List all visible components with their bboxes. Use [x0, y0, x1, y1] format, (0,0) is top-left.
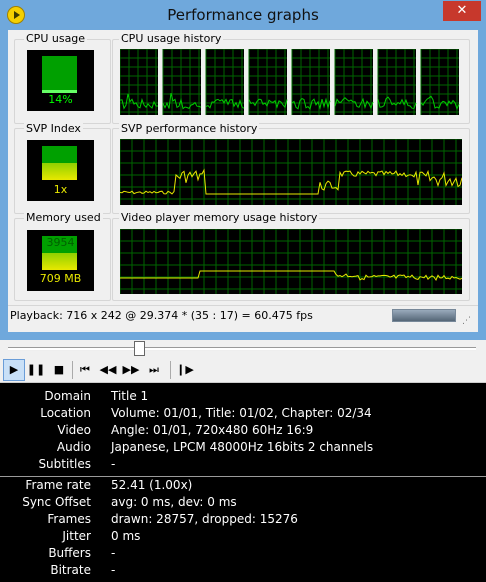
memory-used-label: Memory used — [24, 211, 103, 224]
fast-forward-icon: ▶▶ — [122, 363, 140, 376]
info-value-domain: Title 1 — [111, 389, 149, 403]
close-button[interactable]: ✕ — [443, 1, 481, 21]
info-divider — [0, 476, 486, 477]
info-label-location: Location — [40, 406, 91, 420]
frame-step-icon: ❙▶ — [176, 363, 194, 376]
memory-top-value: 3954 — [46, 236, 75, 249]
seek-track[interactable] — [8, 347, 476, 351]
window-title: Performance graphs — [167, 6, 319, 24]
svp-index-value: 1x — [53, 183, 68, 196]
info-label-video: Video — [57, 423, 91, 437]
stat-label-jitter: Jitter — [62, 529, 91, 543]
skip-back-icon: ⏮ — [80, 363, 90, 376]
cpu-usage-label: CPU usage — [24, 32, 88, 45]
svp-index-meter: 1x — [27, 140, 94, 201]
memory-meter-fill-yellow — [42, 253, 77, 270]
play-icon: ▶ — [9, 363, 19, 376]
stat-label-sync-offset: Sync Offset — [22, 495, 91, 509]
stop-icon: ■ — [53, 363, 65, 376]
cpu-history-graphs — [120, 49, 460, 115]
memory-meter: 3954 709 MB — [27, 230, 94, 291]
seek-thumb[interactable] — [134, 341, 145, 356]
cpu-history-label: CPU usage history — [119, 32, 224, 45]
stat-value-frames: drawn: 28757, dropped: 15276 — [111, 512, 298, 526]
info-value-subtitles: - — [111, 457, 116, 471]
stat-label-frames: Frames — [47, 512, 91, 526]
status-progress-bar — [392, 309, 456, 322]
stat-label-frame-rate: Frame rate — [25, 478, 91, 492]
svp-index-label: SVP Index — [24, 122, 83, 135]
cpu-usage-meter: 14% — [27, 50, 94, 111]
stop-button[interactable]: ■ — [49, 360, 69, 380]
skip-back-button[interactable]: ⏮ — [75, 360, 95, 380]
rewind-button[interactable]: ◀◀ — [98, 360, 118, 380]
memory-history-label: Video player memory usage history — [119, 211, 320, 224]
toolbar-separator — [72, 361, 73, 379]
svp-history-label: SVP performance history — [119, 122, 260, 135]
pause-icon: ❚❚ — [26, 363, 46, 376]
stat-value-buffers: - — [111, 546, 116, 560]
rewind-icon: ◀◀ — [99, 363, 117, 376]
info-value-video: Angle: 01/01, 720x480 60Hz 16:9 — [111, 423, 314, 437]
memory-history-graph — [120, 229, 462, 294]
skip-forward-button[interactable]: ⏭ — [144, 360, 164, 380]
stat-label-bitrate: Bitrate — [50, 563, 91, 577]
info-label-domain: Domain — [44, 389, 91, 403]
info-label-audio: Audio — [56, 440, 91, 454]
info-value-audio: Japanese, LPCM 48000Hz 16bits 2 channels — [111, 440, 374, 454]
svp-history-graph — [120, 139, 462, 205]
stat-value-jitter: 0 ms — [111, 529, 141, 543]
fast-forward-button[interactable]: ▶▶ — [121, 360, 141, 380]
cpu-usage-value: 14% — [48, 93, 73, 106]
stat-label-buffers: Buffers — [48, 546, 91, 560]
skip-forward-icon: ⏭ — [149, 363, 159, 376]
svp-meter-fill-yellow — [42, 163, 77, 180]
resize-grip-icon[interactable]: ⋰ — [462, 316, 471, 326]
play-button[interactable]: ▶ — [3, 359, 25, 381]
toolbar-separator — [170, 361, 171, 379]
info-label-subtitles: Subtitles — [38, 457, 91, 471]
info-value-location: Volume: 01/01, Title: 01/02, Chapter: 02… — [111, 406, 372, 420]
playback-status: Playback: 716 x 242 @ 29.374 * (35 : 17)… — [10, 309, 313, 322]
memory-used-value: 709 MB — [39, 272, 82, 285]
stat-value-sync-offset: avg: 0 ms, dev: 0 ms — [111, 495, 237, 509]
svp-meter-fill-green — [42, 146, 77, 163]
status-divider — [8, 305, 478, 306]
pause-button[interactable]: ❚❚ — [26, 360, 46, 380]
frame-step-button[interactable]: ❙▶ — [175, 360, 195, 380]
cpu-meter-fill — [42, 56, 77, 90]
stat-value-frame-rate: 52.41 (1.00x) — [111, 478, 193, 492]
stat-value-bitrate: - — [111, 563, 116, 577]
